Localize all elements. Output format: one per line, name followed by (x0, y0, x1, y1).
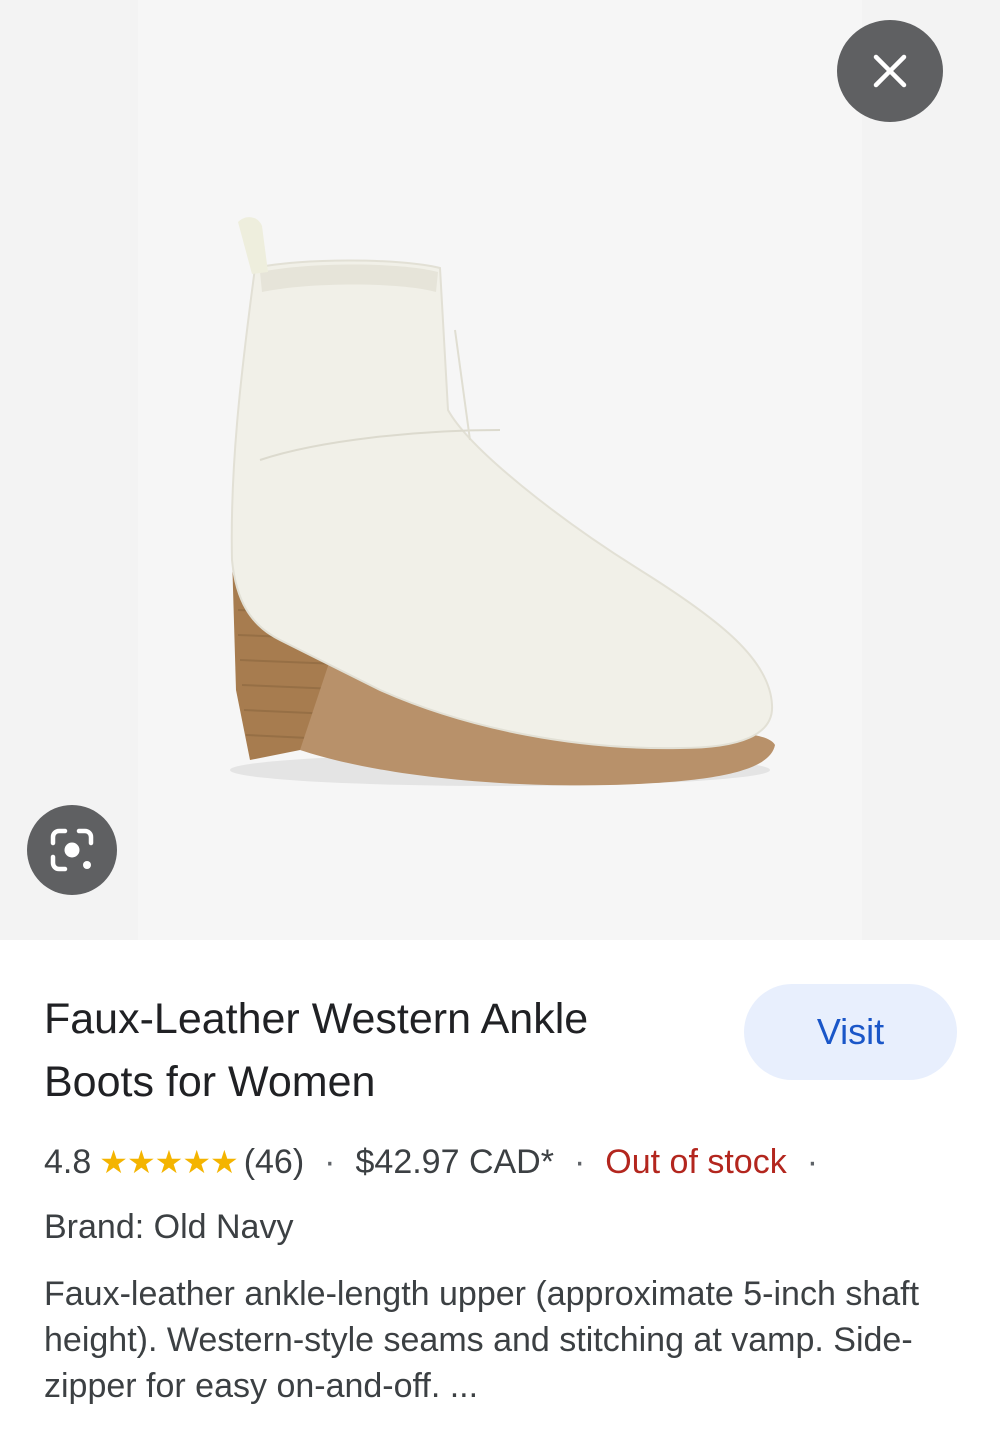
google-lens-button[interactable] (27, 805, 117, 895)
stock-status: Out of stock (605, 1142, 787, 1181)
separator-dot: · (806, 1142, 819, 1181)
separator-dot: · (324, 1142, 336, 1181)
separator-dot: · (573, 1142, 586, 1181)
visit-button[interactable]: Visit (744, 984, 957, 1080)
product-image[interactable] (0, 0, 1000, 940)
product-meta-row: 4.8 ★★★★★ (46) · $42.97 CAD* · Out of st… (44, 1138, 838, 1186)
product-image-panel (0, 0, 1000, 940)
brand-label: Brand: Old Navy (44, 1208, 294, 1246)
google-lens-icon (50, 828, 94, 872)
rating-stars-icon: ★★★★★ (99, 1144, 238, 1180)
close-icon (873, 54, 907, 88)
price: $42.97 CAD* (355, 1142, 554, 1181)
product-description: Faux-leather ankle-length upper (approxi… (44, 1275, 920, 1405)
close-button[interactable] (837, 20, 943, 122)
boot-pull-tab (238, 217, 268, 274)
product-title[interactable]: Faux-Leather Western Ankle Boots for Wom… (44, 988, 704, 1114)
review-count[interactable]: (46) (244, 1143, 304, 1182)
rating-value: 4.8 (44, 1142, 92, 1181)
